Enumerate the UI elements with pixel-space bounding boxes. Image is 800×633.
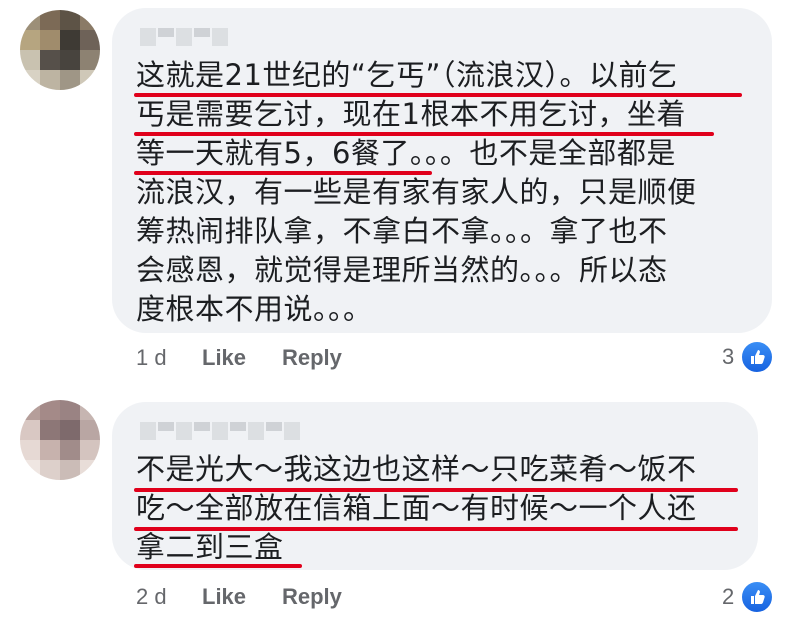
thumbs-up-icon <box>740 580 775 614</box>
comment-line: 会感恩，就觉得是理所当然的。。。所以态 <box>136 253 668 287</box>
thumbs-up-icon <box>740 340 775 374</box>
red-underline <box>134 132 714 136</box>
comment-line: 度根本不用说。。。 <box>136 292 373 326</box>
timestamp[interactable]: 2 d <box>112 584 202 610</box>
reaction-summary[interactable]: 3 <box>722 340 775 374</box>
red-underline <box>134 171 432 175</box>
like-button[interactable]: Like <box>202 584 282 610</box>
comment-line: 这就是21世纪的“乞丐”（流浪汉）。以前乞 <box>136 58 678 92</box>
red-underline <box>134 564 302 568</box>
comment-text: 不是光大～我这边也这样～只吃菜肴～饭不 吃～全部放在信箱上面～有时候～一个人还 … <box>136 450 697 567</box>
reaction-count: 3 <box>722 344 735 369</box>
comment-line: 筹热闹排队拿，不拿白不拿。。。拿了也不 <box>136 214 668 248</box>
comment-bubble: 这就是21世纪的“乞丐”（流浪汉）。以前乞 丐是需要乞讨，现在1根本不用乞讨，坐… <box>112 8 772 333</box>
comment-line: 丐是需要乞讨，现在1根本不用乞讨，坐着 <box>136 97 686 131</box>
reply-button[interactable]: Reply <box>282 345 342 371</box>
red-underline <box>134 93 742 97</box>
comment-meta: 1 d Like Reply <box>112 345 342 371</box>
reaction-count: 2 <box>722 584 735 609</box>
comment-line: 流浪汉，有一些是有家有家人的，只是顺便 <box>136 175 697 209</box>
comment-line: 不是光大～我这边也这样～只吃菜肴～饭不 <box>136 452 697 486</box>
commenter-avatar[interactable] <box>20 400 100 480</box>
author-name-blurred[interactable] <box>140 28 228 46</box>
comment-line: 吃～全部放在信箱上面～有时候～一个人还 <box>136 491 697 525</box>
reply-button[interactable]: Reply <box>282 584 342 610</box>
comment-line: 等一天就有5，6餐了。。。也不是全部都是 <box>136 136 676 170</box>
reaction-summary[interactable]: 2 <box>722 580 775 614</box>
comment-bubble: 不是光大～我这边也这样～只吃菜肴～饭不 吃～全部放在信箱上面～有时候～一个人还 … <box>112 402 758 570</box>
comment-meta: 2 d Like Reply <box>112 584 342 610</box>
red-underline <box>134 488 738 492</box>
red-underline <box>134 527 738 531</box>
timestamp[interactable]: 1 d <box>112 345 202 371</box>
commenter-avatar[interactable] <box>20 10 100 90</box>
like-button[interactable]: Like <box>202 345 282 371</box>
author-name-blurred[interactable] <box>140 422 300 440</box>
comment-line: 拿二到三盒 <box>136 530 284 564</box>
